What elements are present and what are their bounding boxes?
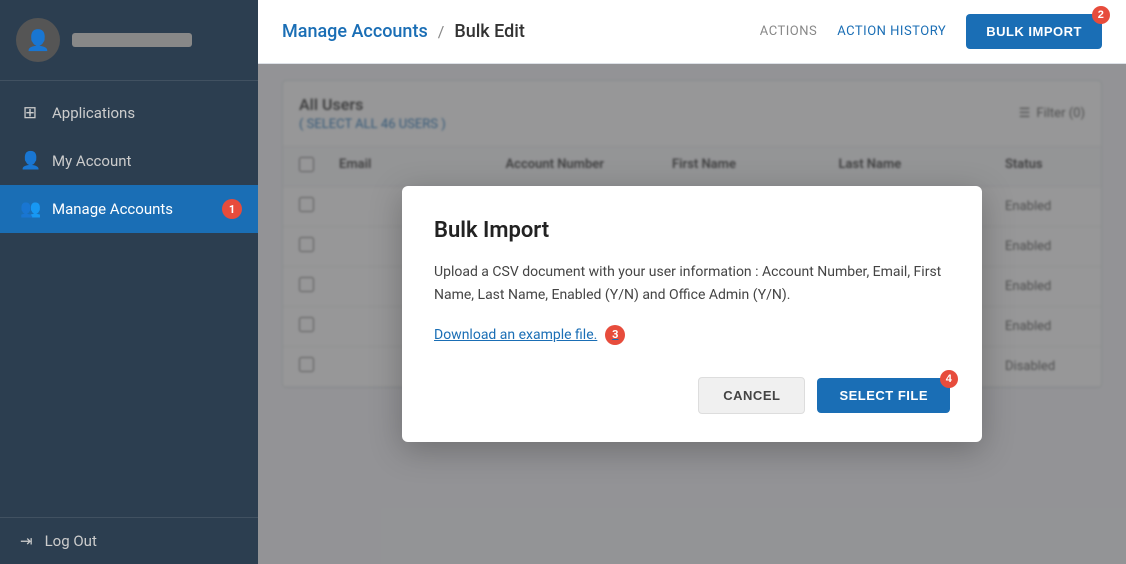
bulk-import-button[interactable]: BULK IMPORT 2 [966, 14, 1102, 49]
top-header: Manage Accounts / Bulk Edit ACTIONS ACTI… [258, 0, 1126, 64]
avatar-icon: 👤 [26, 28, 51, 52]
modal-title: Bulk Import [434, 218, 950, 243]
download-example-link[interactable]: Download an example file. 3 [434, 325, 625, 345]
actions-link[interactable]: ACTIONS [760, 24, 817, 39]
sidebar: 👤 ⊞ Applications 👤 My Account 👥 Manage A… [0, 0, 258, 564]
sidebar-item-applications[interactable]: ⊞ Applications [0, 89, 258, 137]
header-actions: ACTIONS ACTION HISTORY BULK IMPORT 2 [760, 14, 1102, 49]
sidebar-nav: ⊞ Applications 👤 My Account 👥 Manage Acc… [0, 81, 258, 517]
sidebar-item-label: Manage Accounts [52, 200, 173, 218]
avatar-name-placeholder [72, 33, 192, 47]
sidebar-avatar-section: 👤 [0, 0, 258, 81]
select-file-button[interactable]: SELECT FILE 4 [817, 378, 950, 413]
modal-actions: CANCEL SELECT FILE 4 [434, 377, 950, 414]
sidebar-item-my-account[interactable]: 👤 My Account [0, 137, 258, 185]
download-link-text: Download an example file. [434, 327, 597, 343]
sidebar-item-manage-accounts[interactable]: 👥 Manage Accounts 1 [0, 185, 258, 233]
content-area: All Users ( SELECT ALL 46 USERS ) ☰ Filt… [258, 64, 1126, 564]
my-account-icon: 👤 [20, 151, 40, 171]
modal-overlay: Bulk Import Upload a CSV document with y… [258, 64, 1126, 564]
select-file-badge: 4 [940, 370, 958, 388]
avatar: 👤 [16, 18, 60, 62]
bulk-import-label: BULK IMPORT [986, 24, 1082, 39]
breadcrumb-manage-accounts[interactable]: Manage Accounts [282, 21, 428, 42]
select-file-label: SELECT FILE [839, 388, 928, 403]
logout-icon: ⇥ [20, 532, 33, 550]
sidebar-badge: 1 [222, 199, 242, 219]
bulk-import-badge: 2 [1092, 6, 1110, 24]
applications-icon: ⊞ [20, 103, 40, 123]
action-history-link[interactable]: ACTION HISTORY [837, 24, 946, 39]
manage-accounts-icon: 👥 [20, 199, 40, 219]
logout-item[interactable]: ⇥ Log Out [0, 517, 258, 564]
breadcrumb: Manage Accounts / Bulk Edit [282, 21, 525, 42]
sidebar-item-label: Applications [52, 104, 135, 122]
breadcrumb-current-page: Bulk Edit [454, 21, 525, 42]
cancel-button[interactable]: CANCEL [698, 377, 805, 414]
main-area: Manage Accounts / Bulk Edit ACTIONS ACTI… [258, 0, 1126, 564]
bulk-import-modal: Bulk Import Upload a CSV document with y… [402, 186, 982, 442]
sidebar-item-label: My Account [52, 152, 131, 170]
download-badge: 3 [605, 325, 625, 345]
breadcrumb-separator: / [438, 22, 445, 41]
modal-body: Upload a CSV document with your user inf… [434, 261, 950, 306]
logout-label: Log Out [45, 532, 97, 550]
